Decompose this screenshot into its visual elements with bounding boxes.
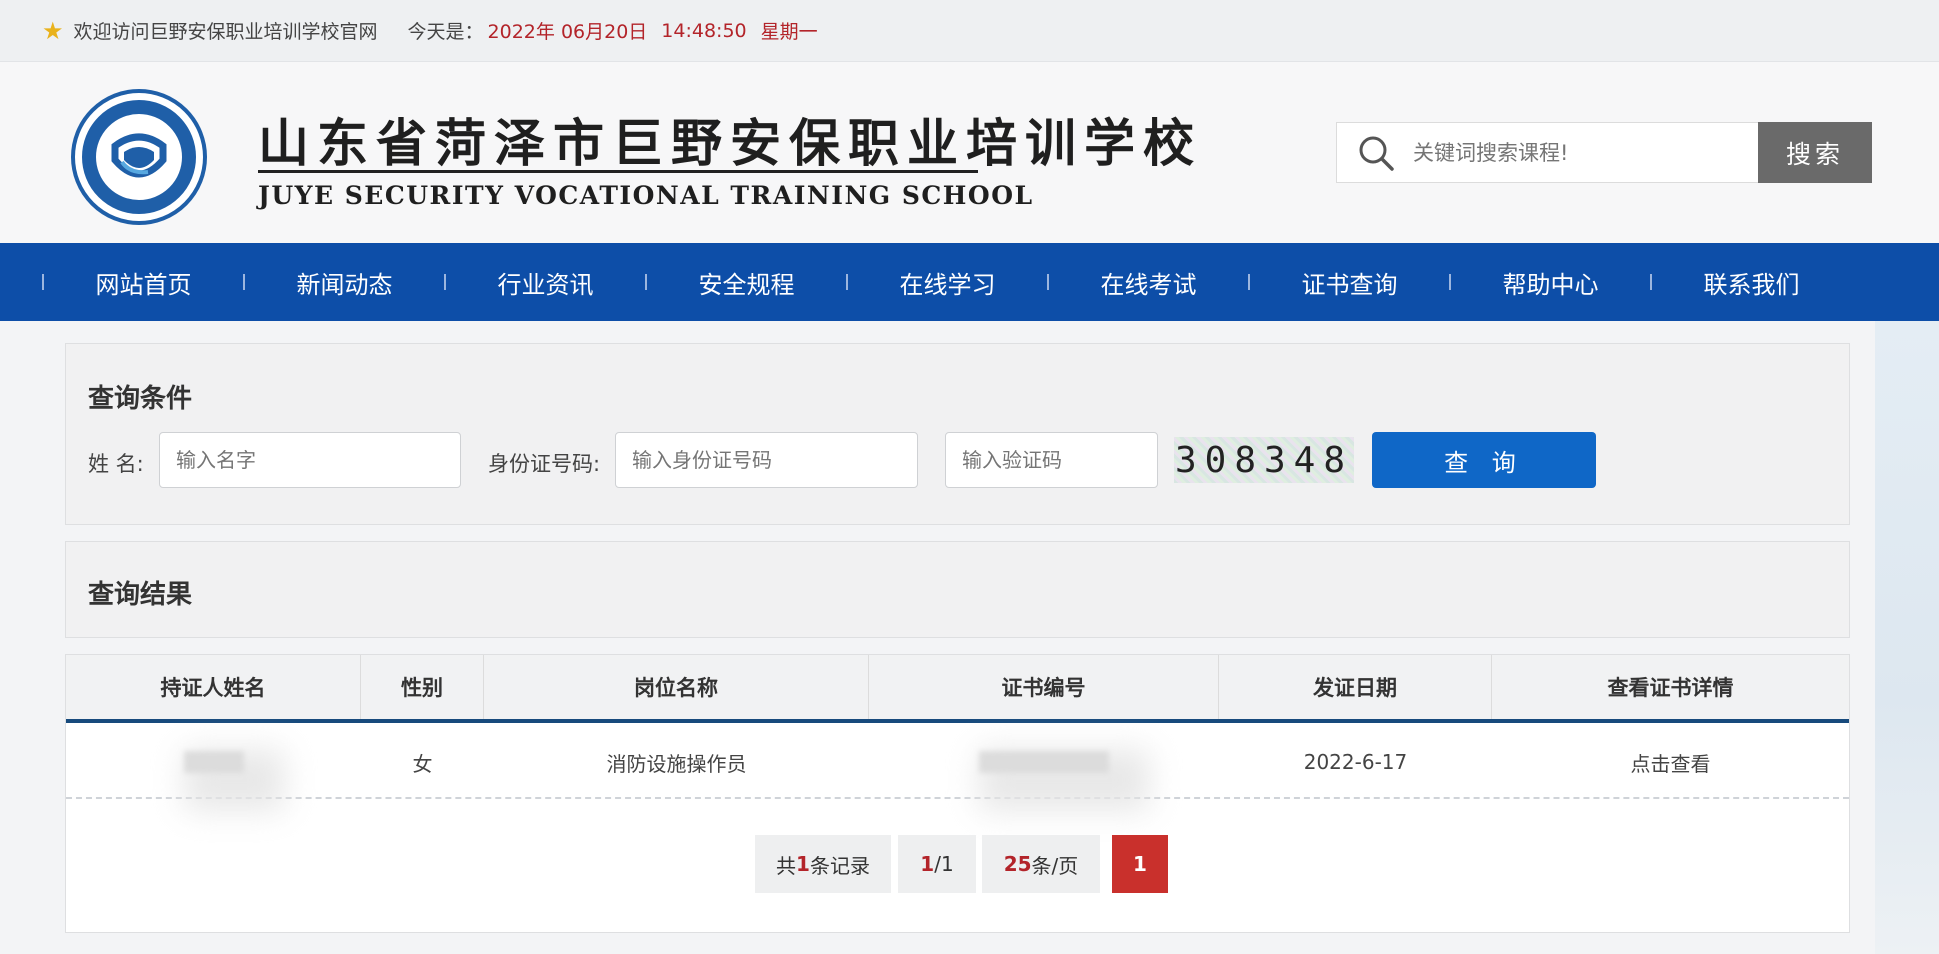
school-name-en: JUYE SECURITY VOCATIONAL TRAINING SCHOOL [258,181,1034,210]
query-title: 查询条件 [88,384,193,414]
cert-number-cell [869,727,1219,797]
column-header: 证书编号 [869,655,1219,719]
school-logo-icon[interactable] [70,88,208,226]
table-row: 女 消防设施操作员 2022-6-17 点击查看 [66,727,1849,799]
view-detail-link[interactable]: 点击查看 [1492,727,1849,797]
search-icon [1359,136,1394,171]
column-header: 岗位名称 [484,655,869,719]
gender-cell: 女 [412,751,433,776]
page-button-1[interactable]: 1 [1112,835,1168,893]
today-label: 今天是： [407,21,484,43]
current-time: 14:48:50 [661,19,747,42]
redacted-name [183,751,244,773]
result-table: 持证人姓名 性别 岗位名称 证书编号 发证日期 查看证书详情 女 消防设施操作员… [65,654,1850,933]
nav-item-contact[interactable]: 联系我们 [1652,265,1851,300]
nav-item-online-exam[interactable]: 在线考试 [1049,265,1248,300]
search-box [1336,122,1760,183]
nav-item-safety[interactable]: 安全规程 [647,265,846,300]
table-header: 持证人姓名 性别 岗位名称 证书编号 发证日期 查看证书详情 [66,655,1849,723]
result-title: 查询结果 [88,580,193,610]
star-icon: ★ [42,16,64,45]
school-name-cn: 山东省菏泽市巨野安保职业培训学校 [258,114,1203,174]
position-cell: 消防设施操作员 [606,751,747,776]
result-panel: 查询结果 [65,541,1850,638]
title-divider [258,170,978,173]
column-header: 性别 [361,655,484,719]
top-bar: ★ 欢迎访问巨野安保职业培训学校官网 今天是： 2022年 06月20日 14:… [0,0,1939,62]
column-header: 查看证书详情 [1607,676,1734,700]
redacted-cert-number [979,751,1109,773]
name-input[interactable] [159,432,461,488]
column-header: 发证日期 [1219,655,1492,719]
nav-item-help[interactable]: 帮助中心 [1451,265,1650,300]
current-date: 2022年 06月20日 [487,21,648,43]
welcome-text: 欢迎访问巨野安保职业培训学校官网 [73,21,378,43]
site-header: 山东省菏泽市巨野安保职业培训学校 JUYE SECURITY VOCATIONA… [0,62,1939,243]
background-decoration [1875,321,1939,954]
id-number-input[interactable] [615,432,918,488]
nav-item-home[interactable]: 网站首页 [44,265,243,300]
search-input[interactable] [1413,140,1753,165]
main-nav: 网站首页 新闻动态 行业资讯 安全规程 在线学习 在线考试 证书查询 帮助中心 … [0,243,1939,321]
id-label: 身份证号码: [488,452,601,476]
query-button[interactable]: 查 询 [1372,432,1596,488]
nav-item-industry[interactable]: 行业资讯 [446,265,645,300]
nav-item-certificate[interactable]: 证书查询 [1250,265,1449,300]
name-label: 姓 名: [88,452,144,476]
nav-item-news[interactable]: 新闻动态 [245,265,444,300]
issue-date-cell: 2022-6-17 [1303,750,1408,774]
current-weekday: 星期一 [760,21,818,43]
search-button[interactable]: 搜索 [1758,122,1872,183]
nav-item-online-learning[interactable]: 在线学习 [848,265,1047,300]
captcha-input[interactable] [945,432,1158,488]
page-indicator: 1/1 [898,835,976,893]
total-records: 共 1 条记录 [755,835,891,893]
captcha-image[interactable]: 308348 [1174,437,1354,483]
holder-name-cell [66,727,361,797]
per-page[interactable]: 25 条/页 [982,835,1100,893]
column-header: 持证人姓名 [66,655,361,719]
